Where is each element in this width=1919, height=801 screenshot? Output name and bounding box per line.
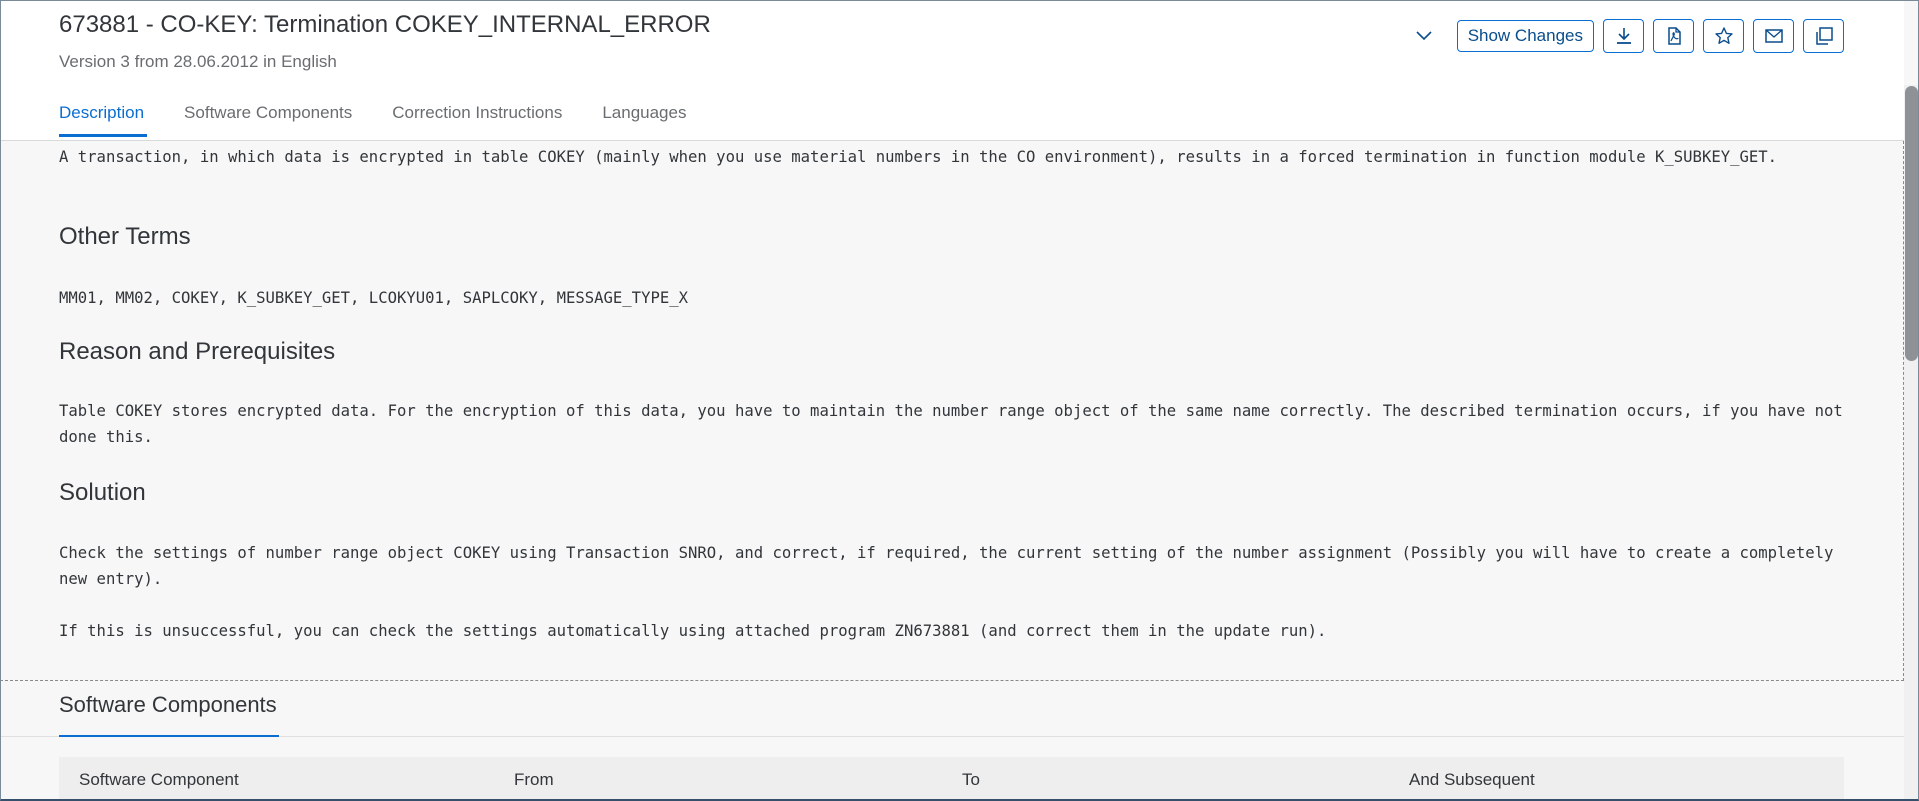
- chevron-down-icon: [1416, 31, 1432, 41]
- column-header-and-subsequent[interactable]: And Subsequent: [1409, 770, 1535, 790]
- tab-languages[interactable]: Languages: [602, 103, 686, 137]
- favorite-button[interactable]: [1703, 19, 1744, 53]
- toolbar: Show Changes: [1406, 19, 1844, 53]
- column-header-software-component[interactable]: Software Component: [79, 770, 239, 790]
- mail-icon: [1764, 29, 1783, 43]
- tab-software-components[interactable]: Software Components: [184, 103, 352, 137]
- expand-header-button[interactable]: [1406, 19, 1442, 53]
- software-components-section: Software Components Software Component F…: [0, 681, 1904, 801]
- section-divider: [0, 736, 1904, 737]
- symptom-text: A transaction, in which data is encrypte…: [59, 148, 1778, 166]
- note-header: 673881 - CO-KEY: Termination COKEY_INTER…: [0, 0, 1904, 141]
- description-content: A transaction, in which data is encrypte…: [0, 141, 1904, 681]
- scrollbar-thumb[interactable]: [1905, 86, 1918, 361]
- column-header-from[interactable]: From: [514, 770, 554, 790]
- pdf-button[interactable]: [1653, 19, 1694, 53]
- email-button[interactable]: [1753, 19, 1794, 53]
- reason-text: Table COKEY stores encrypted data. For t…: [59, 402, 1853, 446]
- show-changes-button[interactable]: Show Changes: [1456, 20, 1594, 52]
- section-title: Software Components: [59, 692, 277, 717]
- copy-button[interactable]: [1803, 19, 1844, 53]
- solution-text-1: Check the settings of number range objec…: [59, 544, 1843, 588]
- download-icon: [1616, 28, 1631, 44]
- pdf-icon: [1667, 27, 1681, 45]
- copy-icon: [1815, 27, 1833, 45]
- version-info: Version 3 from 28.06.2012 in English: [59, 52, 337, 71]
- other-terms-heading: Other Terms: [59, 223, 191, 250]
- tab-bar: Description Software Components Correcti…: [59, 103, 686, 137]
- solution-text-2: If this is unsuccessful, you can check t…: [59, 622, 1327, 640]
- page-title: 673881 - CO-KEY: Termination COKEY_INTER…: [59, 11, 711, 38]
- download-button[interactable]: [1603, 19, 1644, 53]
- reason-heading: Reason and Prerequisites: [59, 338, 336, 365]
- star-icon: [1714, 27, 1733, 44]
- other-terms-text: MM01, MM02, COKEY, K_SUBKEY_GET, LCOKYU0…: [59, 289, 689, 307]
- table-header: Software Component From To And Subsequen…: [59, 757, 1844, 801]
- column-header-to[interactable]: To: [962, 770, 980, 790]
- tab-description[interactable]: Description: [59, 103, 148, 137]
- section-title-underline: [59, 735, 279, 737]
- solution-heading: Solution: [59, 479, 146, 506]
- tab-correction-instructions[interactable]: Correction Instructions: [392, 103, 562, 137]
